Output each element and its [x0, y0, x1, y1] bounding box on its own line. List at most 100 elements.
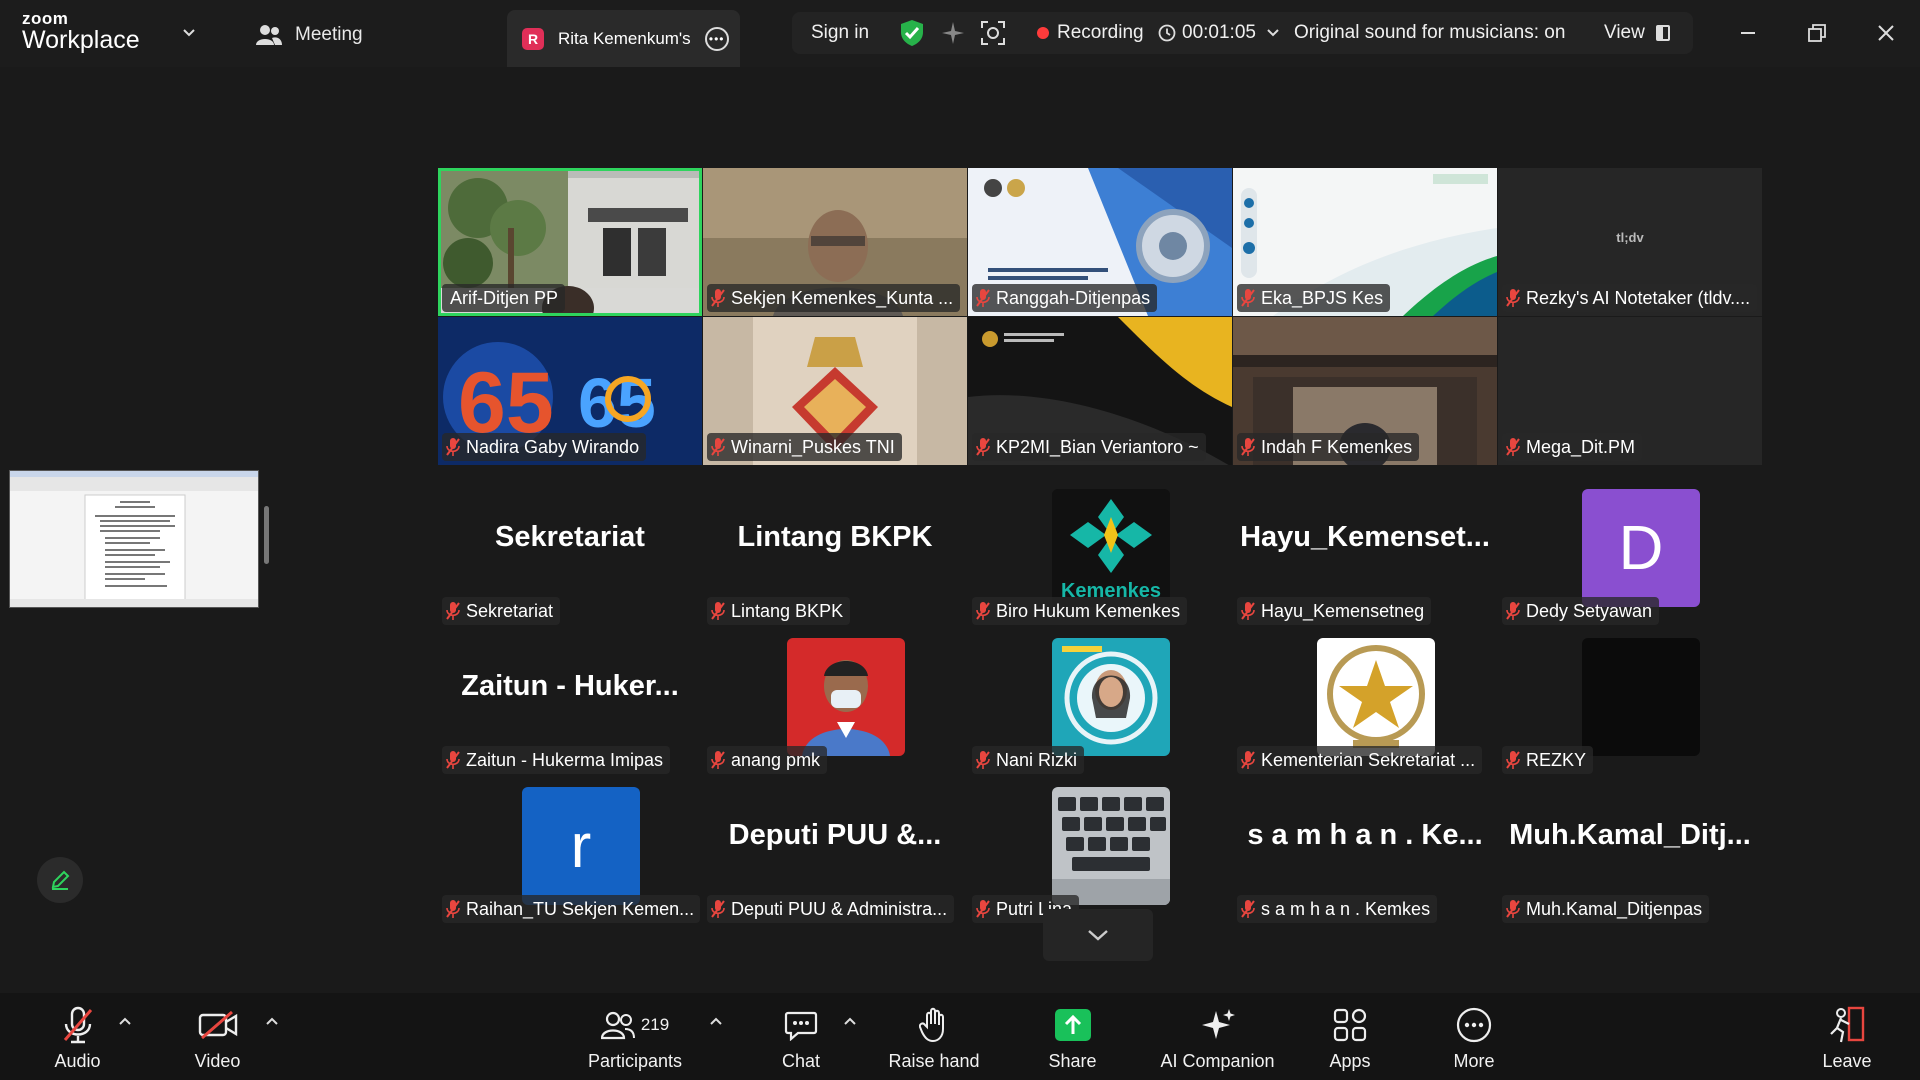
video-tile[interactable]: Arif-Ditjen PP — [438, 168, 702, 316]
participant-tile[interactable]: anang pmk — [703, 630, 967, 778]
participant-name-tag: Ranggah-Ditjenpas — [972, 284, 1158, 312]
participant-name: Nani Rizki — [996, 749, 1078, 770]
participant-tile[interactable]: Kemenkes Biro Hukum Kemenkes — [968, 481, 1232, 629]
participant-name-tag: anang pmk — [707, 746, 828, 774]
apps-button[interactable]: Apps — [1320, 993, 1380, 1080]
leave-button[interactable]: Leave — [1817, 993, 1877, 1080]
video-tile[interactable]: Mega_Dit.PM — [1498, 317, 1762, 465]
tldv-logo-text: tl;dv — [1616, 230, 1644, 245]
mic-muted-icon — [1506, 900, 1520, 918]
participants-button[interactable]: 219 Participants — [580, 993, 690, 1080]
participant-tile[interactable]: Putri Lina — [968, 779, 1232, 927]
ai-companion-button[interactable]: AI Companion — [1155, 993, 1280, 1080]
chat-icon — [784, 1005, 818, 1045]
more-options-icon[interactable]: ••• — [704, 26, 729, 51]
document-preview-image — [10, 471, 258, 607]
participant-display-name: Sekretariat — [495, 521, 645, 553]
sparkle-icon[interactable] — [940, 12, 966, 54]
more-button[interactable]: More — [1444, 993, 1504, 1080]
shared-screen-thumbnail[interactable] — [9, 470, 259, 608]
video-tile[interactable]: Winarni_Puskes TNI — [703, 317, 967, 465]
avatar — [1317, 638, 1435, 756]
participant-name: Biro Hukum Kemenkes — [996, 600, 1181, 621]
thumbnail-resize-handle[interactable] — [264, 506, 269, 564]
sign-in-button[interactable]: Sign in — [811, 12, 869, 54]
recording-label: Recording — [1057, 22, 1144, 43]
video-tile[interactable]: tl;dv Rezky's AI Notetaker (tldv.... — [1498, 168, 1762, 316]
participant-name: Mega_Dit.PM — [1526, 436, 1636, 457]
participants-count: 219 — [640, 1015, 670, 1034]
participant-name: Muh.Kamal_Ditjenpas — [1526, 898, 1703, 919]
participant-tile[interactable]: REZKY — [1498, 630, 1762, 778]
caret-up-icon[interactable] — [264, 1015, 280, 1027]
participant-name: Sekretariat — [466, 600, 554, 621]
mic-muted-icon — [1241, 289, 1255, 307]
mic-muted-icon — [446, 602, 460, 620]
meeting-status-bar: Sign in Recording 00:01:05 Original soun… — [792, 12, 1693, 54]
mic-muted-icon — [711, 602, 725, 620]
video-tile[interactable]: Sekjen Kemenkes_Kunta ... — [703, 168, 967, 316]
participant-tile[interactable]: Nani Rizki — [968, 630, 1232, 778]
close-icon[interactable] — [1871, 18, 1901, 48]
restore-icon[interactable] — [1802, 18, 1832, 48]
participant-tile[interactable]: Kementerian Sekretariat ... — [1233, 630, 1497, 778]
recording-indicator[interactable]: Recording — [1037, 12, 1144, 54]
participant-tile[interactable]: Muh.Kamal_Ditj... Muh.Kamal_Ditjenpas — [1498, 779, 1762, 927]
participant-name-tag: KP2MI_Bian Veriantoro ~ — [972, 433, 1206, 461]
shield-check-icon[interactable] — [900, 12, 924, 54]
mic-muted-icon — [1506, 602, 1520, 620]
star-emblem-icon — [1317, 638, 1435, 756]
chat-button[interactable]: Chat — [770, 993, 832, 1080]
meeting-tab[interactable]: Meeting — [255, 20, 363, 50]
video-tile[interactable]: Eka_BPJS Kes — [1233, 168, 1497, 316]
caret-up-icon[interactable] — [708, 1015, 724, 1027]
chat-label: Chat — [781, 1051, 821, 1071]
video-label: Video — [194, 1051, 241, 1071]
meeting-timer[interactable]: 00:01:05 — [1158, 12, 1280, 54]
participant-name-tag: Dedy Setyawan — [1502, 597, 1660, 625]
ai-sparkle-icon — [1200, 1005, 1236, 1045]
video-tile[interactable]: Indah F Kemenkes — [1233, 317, 1497, 465]
participant-tile[interactable]: D Dedy Setyawan — [1498, 481, 1762, 629]
share-button[interactable]: Share — [1040, 993, 1105, 1080]
participant-tile[interactable]: Lintang BKPK Lintang BKPK — [703, 481, 967, 629]
video-tile[interactable]: 65 65 Nadira Gaby Wirando — [438, 317, 702, 465]
audio-button[interactable]: Audio — [40, 993, 115, 1080]
annotate-pencil-button[interactable] — [37, 857, 83, 903]
avatar: D — [1582, 489, 1700, 607]
participant-tile[interactable]: Deputi PUU &... Deputi PUU & Administra.… — [703, 779, 967, 927]
participant-display-name: Hayu_Kemenset... — [1240, 521, 1490, 553]
video-tile[interactable]: KP2MI_Bian Veriantoro ~ — [968, 317, 1232, 465]
participant-name-tag: REZKY — [1502, 746, 1594, 774]
video-button[interactable]: Video — [180, 993, 255, 1080]
participant-name-tag: Rezky's AI Notetaker (tldv.... — [1502, 284, 1758, 312]
minimize-icon[interactable] — [1733, 18, 1763, 48]
original-sound-status[interactable]: Original sound for musicians: on — [1294, 12, 1565, 54]
tab-rita-kemenkum[interactable]: R Rita Kemenkum's ••• — [507, 10, 740, 67]
participant-tile[interactable]: Hayu_Kemenset... Hayu_Kemensetneg — [1233, 481, 1497, 629]
participant-tile[interactable]: Sekretariat Sekretariat — [438, 481, 702, 629]
chevron-down-icon[interactable] — [182, 26, 196, 40]
caret-up-icon[interactable] — [842, 1015, 858, 1027]
focus-frame-icon[interactable] — [980, 12, 1006, 54]
raise-hand-button[interactable]: Raise hand — [884, 993, 984, 1080]
participant-name-tag: Lintang BKPK — [707, 597, 851, 625]
mic-muted-icon — [976, 438, 990, 456]
mic-muted-icon — [711, 289, 725, 307]
mic-muted-icon — [446, 900, 460, 918]
caret-up-icon[interactable] — [117, 1015, 133, 1027]
clock-icon — [1158, 24, 1176, 42]
view-button[interactable]: View — [1604, 12, 1671, 54]
participant-name-tag: Raihan_TU Sekjen Kemen... — [442, 895, 700, 923]
participant-tile[interactable]: r Raihan_TU Sekjen Kemen... — [438, 779, 702, 927]
next-page-button[interactable] — [1043, 909, 1153, 961]
mic-muted-icon — [976, 289, 990, 307]
mic-muted-icon — [62, 1005, 94, 1045]
meeting-toolbar: Audio Video 219 Participants Chat Raise … — [0, 993, 1920, 1080]
video-tile[interactable]: Ranggah-Ditjenpas — [968, 168, 1232, 316]
avatar — [1052, 787, 1170, 905]
participant-name-tag: Eka_BPJS Kes — [1237, 284, 1391, 312]
participant-tile[interactable]: Zaitun - Huker... Zaitun - Hukerma Imipa… — [438, 630, 702, 778]
recording-dot — [1037, 27, 1049, 39]
participant-tile[interactable]: s a m h a n . Ke... s a m h a n . Kemkes — [1233, 779, 1497, 927]
